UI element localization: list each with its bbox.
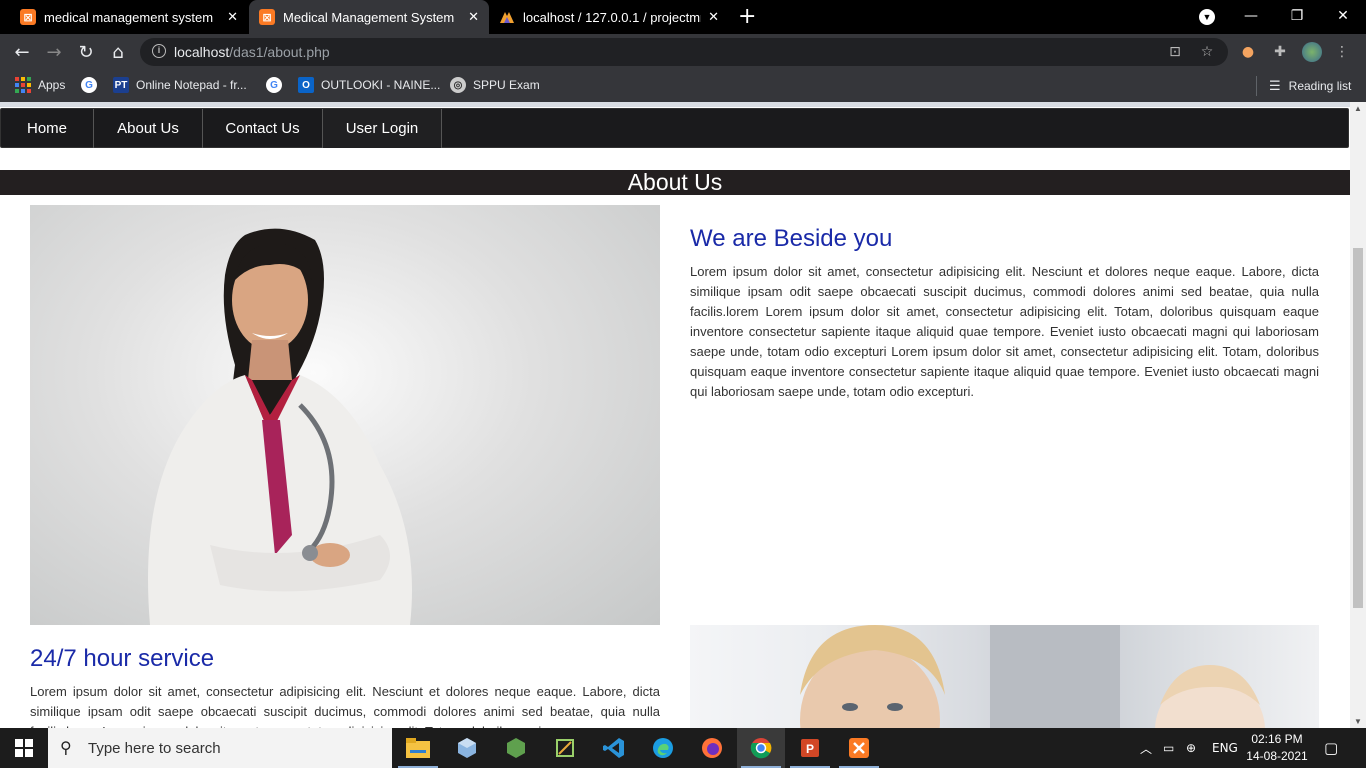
url-path: /das1/about.php	[229, 44, 330, 60]
network-globe-icon[interactable]: ⊕	[1186, 728, 1196, 768]
battery-icon[interactable]: ▭	[1163, 728, 1174, 768]
clock-time: 02:16 PM	[1251, 732, 1303, 746]
nodejs-icon[interactable]	[492, 728, 540, 768]
top-strip	[0, 102, 1350, 107]
nav-user-login[interactable]: User Login	[323, 109, 442, 148]
tab-phpmyadmin[interactable]: localhost / 127.0.0.1 / projectmm ✕	[489, 0, 729, 34]
google-icon: G	[81, 77, 97, 93]
xampp-icon: ⊠	[259, 9, 275, 25]
reading-list-label: Reading list	[1288, 79, 1352, 93]
browser-toolbar: ← → ↻ ⌂ i localhost/das1/about.php ⊡ ☆ ●…	[0, 34, 1366, 70]
bookmark-sppu-exam[interactable]: ◎ SPPU Exam	[450, 77, 540, 93]
notification-center-icon[interactable]: ▢	[1324, 728, 1338, 768]
page-content: Home About Us Contact Us User Login Abou…	[0, 102, 1350, 728]
url-host: localhost	[174, 44, 230, 60]
scroll-up-arrow-icon[interactable]: ▲	[1354, 104, 1362, 113]
phpmyadmin-icon	[499, 9, 515, 25]
nav-about-us[interactable]: About Us	[94, 109, 203, 148]
show-hidden-icons-icon[interactable]: ︿	[1140, 728, 1152, 768]
search-icon: ⚲	[60, 738, 72, 757]
language-indicator[interactable]: ENG	[1212, 728, 1238, 768]
bookmark-label: OUTLOOKI - NAINE...	[321, 78, 441, 92]
bookmarks-bar: Apps G PT Online Notepad - fr... G O OUT…	[0, 70, 1366, 102]
tab-title: localhost / 127.0.0.1 / projectmm	[523, 9, 701, 25]
minimize-icon[interactable]: —	[1228, 0, 1274, 32]
section-text-24-7-service: Lorem ipsum dolor sit amet, consectetur …	[30, 684, 660, 728]
restore-icon[interactable]: ❐	[1274, 0, 1320, 32]
section-title-beside-you: We are Beside you	[690, 225, 893, 252]
bookmark-google[interactable]: G	[81, 77, 104, 93]
close-icon[interactable]: ✕	[468, 10, 479, 25]
bookmark-google-2[interactable]: G	[266, 77, 289, 93]
windows-taskbar: ⚲ Type here to search P ︿ ▭ ⊕ ENG 02:16 …	[0, 728, 1366, 768]
edge-icon[interactable]	[639, 728, 687, 768]
firefox-icon[interactable]	[688, 728, 736, 768]
tab-medical-management-system[interactable]: ⊠ medical management system ✕	[0, 0, 248, 34]
apps-grid-icon	[15, 77, 31, 93]
profile-avatar[interactable]	[1302, 42, 1322, 62]
extension-icon[interactable]: ●	[1239, 43, 1257, 61]
bookmark-online-notepad[interactable]: PT Online Notepad - fr...	[113, 77, 247, 93]
page-scrollbar[interactable]: ▲ ▼	[1350, 102, 1366, 728]
forward-icon[interactable]: →	[42, 40, 66, 64]
puzzle-icon[interactable]: ✚	[1271, 43, 1289, 61]
bookmark-label: SPPU Exam	[473, 78, 540, 92]
google-icon: G	[266, 77, 282, 93]
pt-icon: PT	[113, 77, 129, 93]
window-close-icon[interactable]: ✕	[1320, 0, 1366, 32]
reading-list-icon: ☰	[1269, 78, 1281, 94]
scroll-down-arrow-icon[interactable]: ▼	[1354, 717, 1362, 726]
close-icon[interactable]: ✕	[227, 10, 238, 25]
powerpoint-icon[interactable]: P	[786, 728, 834, 768]
scroll-thumb[interactable]	[1353, 248, 1363, 608]
windows-start-icon[interactable]	[0, 728, 48, 768]
page-title: About Us	[0, 170, 1350, 195]
bookmark-label: Apps	[38, 78, 66, 92]
system-clock[interactable]: 02:16 PM 14-08-2021	[1244, 731, 1310, 765]
file-explorer-icon[interactable]	[394, 728, 442, 768]
info-icon[interactable]: i	[152, 44, 166, 58]
reload-icon[interactable]: ↻	[74, 40, 98, 64]
snipping-tool-icon[interactable]	[541, 728, 589, 768]
bookmark-star-icon[interactable]: ☆	[1198, 43, 1216, 61]
tab-title: Medical Management System	[283, 9, 455, 25]
home-icon[interactable]: ⌂	[106, 40, 130, 64]
chrome-icon[interactable]	[737, 728, 785, 768]
bookmark-outlook[interactable]: O OUTLOOKI - NAINE...	[298, 77, 440, 93]
bookmark-apps[interactable]: Apps	[15, 77, 65, 93]
xampp-taskbar-icon[interactable]	[835, 728, 883, 768]
vscode-icon[interactable]	[590, 728, 638, 768]
mother-baby-photo	[690, 625, 1319, 728]
section-title-24-7-service: 24/7 hour service	[30, 645, 215, 672]
outlook-icon: O	[298, 77, 314, 93]
doctor-photo	[30, 205, 660, 625]
tab-search-icon[interactable]: ▼	[1199, 9, 1215, 25]
tab-medical-management-system-active[interactable]: ⊠ Medical Management System ✕	[249, 0, 489, 34]
reading-list[interactable]: ☰ Reading list	[1256, 76, 1351, 96]
site-navbar: Home About Us Contact Us User Login	[0, 108, 1349, 148]
close-icon[interactable]: ✕	[708, 10, 719, 25]
menu-icon[interactable]: ⋮	[1333, 43, 1351, 61]
sppu-icon: ◎	[450, 77, 466, 93]
address-bar[interactable]: i localhost/das1/about.php ⊡ ☆	[140, 38, 1228, 66]
bookmark-label: Online Notepad - fr...	[136, 78, 247, 92]
search-placeholder: Type here to search	[88, 739, 221, 757]
section-text-beside-you: Lorem ipsum dolor sit amet, consectetur …	[690, 264, 1319, 399]
virtualbox-icon[interactable]	[443, 728, 491, 768]
tab-title: medical management system	[44, 9, 214, 25]
browser-tab-strip: ⊠ medical management system ✕ ⊠ Medical …	[0, 0, 1366, 34]
clock-date: 14-08-2021	[1246, 749, 1308, 763]
xampp-icon: ⊠	[20, 9, 36, 25]
taskbar-search-box[interactable]: ⚲ Type here to search	[48, 728, 392, 768]
nav-contact-us[interactable]: Contact Us	[203, 109, 323, 148]
url-text[interactable]: localhost/das1/about.php	[174, 44, 330, 60]
nav-home[interactable]: Home	[1, 109, 94, 148]
translate-icon[interactable]: ⊡	[1166, 43, 1184, 61]
back-icon[interactable]: ←	[10, 40, 34, 64]
svg-text:P: P	[806, 742, 814, 756]
new-tab-icon[interactable]: +	[738, 5, 758, 29]
